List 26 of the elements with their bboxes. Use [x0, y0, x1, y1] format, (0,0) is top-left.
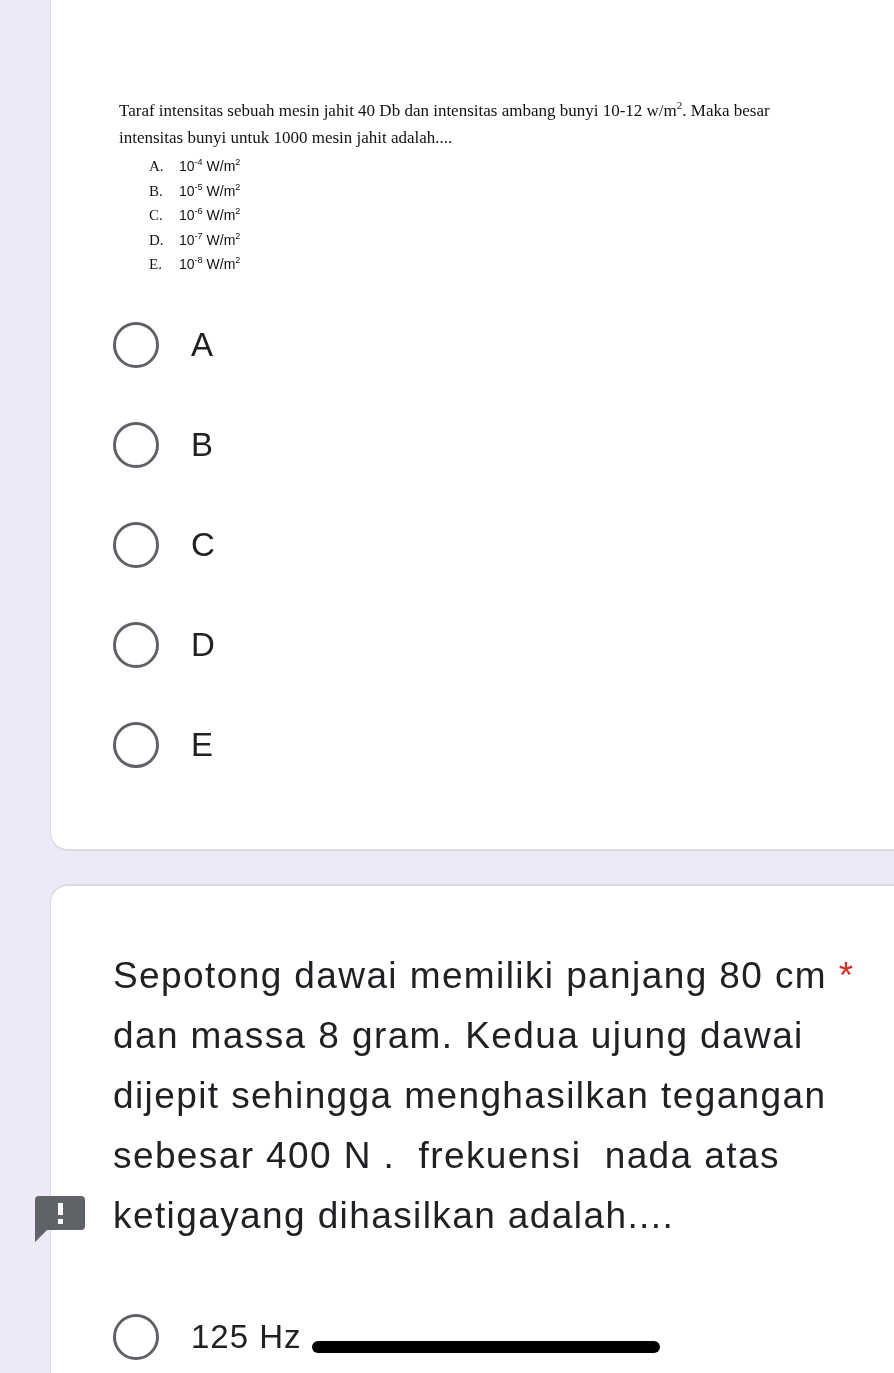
required-asterisk: * — [838, 955, 855, 996]
choice-letter: A. — [149, 157, 165, 176]
choice-letter: E. — [149, 255, 163, 274]
question-text: Taraf intensitas sebuah mesin jahit 40 Db dan intensitas ambang bunyi 10-12 w/m$^{2}$. Maka besar intensitas bunyi untuk 1000 mesin jahit adalah.... — [119, 98, 771, 149]
radio-button[interactable] — [113, 721, 159, 768]
radio-button[interactable] — [113, 321, 159, 368]
question-text: dan massa 8 gram. Kedua ujung dawai dijepit sehingga menghasilkan tegangan sebesar 400 N . frekuensi nada atas ketigayang dihasilkan adalah.... — [113, 1014, 828, 1238]
option-label[interactable]: B — [191, 425, 214, 464]
radio-button[interactable] — [113, 621, 159, 668]
option-label[interactable]: 125 Hz — [191, 1318, 302, 1356]
choice-letter: B. — [149, 181, 164, 201]
option-label[interactable]: C — [191, 525, 216, 564]
option-label[interactable]: E — [191, 725, 214, 764]
radio-button[interactable] — [113, 421, 159, 468]
choice-letter: C. — [149, 206, 164, 225]
choice-letter: D. — [149, 230, 165, 250]
choice-text: 10$^{-6}$ W/m$^{2}$ — [179, 205, 241, 225]
choice-text: 10$^{-7}$ W/m$^{2}$ — [179, 229, 241, 250]
question-text: Sepotong dawai memiliki panjang 80 cm * — [113, 954, 856, 998]
option-label[interactable]: A — [191, 325, 214, 364]
radio-button[interactable] — [113, 1314, 159, 1360]
choice-text: 10$^{-8}$ W/m$^{2}$ — [179, 254, 241, 274]
choice-text: 10$^{-5}$ W/m$^{2}$ — [179, 180, 241, 201]
option-label[interactable]: D — [191, 625, 216, 664]
choice-text: 10$^{-4}$ W/m$^{2}$ — [179, 156, 241, 176]
radio-button[interactable] — [113, 521, 159, 568]
